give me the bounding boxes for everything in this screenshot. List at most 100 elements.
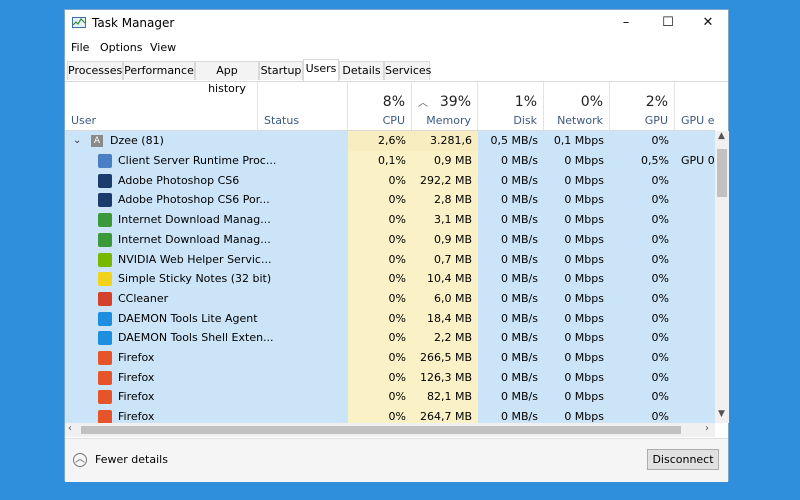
nvidia-icon — [98, 252, 112, 267]
col-memory[interactable]: ︿ 39% Memory — [412, 82, 478, 130]
process-gpu: 0,5% — [641, 154, 669, 167]
process-row[interactable]: Adobe Photoshop CS6 Por... 0% 2,8 MB 0 MB/s… — [65, 190, 715, 211]
process-row[interactable]: Internet Download Manag... 0% 3,1 MB 0 MB/s… — [65, 210, 715, 231]
col-gpu-engine[interactable]: GPU engin — [675, 82, 715, 130]
process-cpu: 0% — [388, 252, 406, 266]
process-disk: 0 MB/s — [501, 173, 538, 187]
close-button[interactable]: ✕ — [686, 10, 730, 37]
col-cpu[interactable]: 8% CPU — [348, 82, 412, 130]
fewer-details-link[interactable]: Fewer details — [95, 453, 168, 466]
scroll-up-icon[interactable]: ▲ — [718, 131, 725, 141]
col-status[interactable]: Status — [258, 82, 348, 130]
horizontal-scroll-thumb[interactable] — [81, 426, 681, 434]
horizontal-scrollbar[interactable]: ‹ › — [65, 423, 715, 437]
menu-options[interactable]: Options — [100, 41, 142, 54]
maximize-button[interactable]: ☐ — [646, 10, 690, 37]
task-manager-window: Task Manager – ☐ ✕ File Options View Pro… — [64, 9, 729, 482]
gpu-total: 2% — [645, 94, 668, 110]
process-gpu: 0% — [651, 272, 669, 286]
process-name: Firefox — [118, 410, 155, 423]
process-row[interactable]: NVIDIA Web Helper Servic... 0% 0,7 MB 0 MB/… — [65, 249, 715, 270]
tab-users[interactable]: Users — [303, 59, 339, 81]
process-memory: 6,0 MB — [433, 291, 472, 305]
scroll-down-icon[interactable]: ▼ — [718, 409, 725, 419]
process-row[interactable]: Firefox 0% 266,5 MB 0 MB/s 0 Mbps 0% — [65, 348, 715, 368]
tab-services[interactable]: Services — [384, 61, 431, 80]
user-avatar-icon: A — [91, 135, 103, 147]
photoshop-icon — [98, 173, 112, 188]
process-row[interactable]: Firefox 0% 264,7 MB 0 MB/s 0 Mbps 0% — [65, 407, 715, 423]
process-name: Internet Download Manag... — [118, 213, 271, 227]
col-status-label: Status — [264, 114, 300, 127]
firefox-icon — [98, 390, 112, 405]
process-row[interactable]: DAEMON Tools Shell Exten... 0% 2,2 MB 0 MB/… — [65, 328, 715, 349]
process-row[interactable]: Client Server Runtime Proc... 0,1% 0,9 MB 0… — [65, 151, 715, 171]
col-disk-label: Disk — [513, 114, 537, 127]
tab-app-history[interactable]: App history — [195, 61, 259, 95]
process-row[interactable]: DAEMON Tools Lite Agent 0% 18,4 MB 0 MB/s 0 … — [65, 308, 715, 329]
network-total: 0% — [580, 94, 603, 110]
process-row[interactable]: Adobe Photoshop CS6 0% 292,2 MB 0 MB/s 0 Mbp… — [65, 170, 715, 191]
scroll-right-icon[interactable]: › — [705, 423, 709, 434]
minimize-button[interactable]: – — [604, 10, 648, 37]
ccleaner-icon — [98, 291, 112, 306]
process-name: CCleaner — [118, 291, 169, 305]
process-memory: 18,4 MB — [426, 311, 472, 325]
process-network: 0 Mbps — [564, 390, 604, 404]
process-row[interactable]: Firefox 0% 126,3 MB 0 MB/s 0 Mbps 0% — [65, 367, 715, 388]
process-row[interactable]: Simple Sticky Notes (32 bit) 0% 10,4 MB 0 M… — [65, 269, 715, 290]
process-network: 0 Mbps — [564, 331, 604, 345]
vertical-scroll-thumb[interactable] — [717, 149, 727, 197]
tab-strip: Processes Performance App history Startu… — [65, 59, 728, 95]
process-memory: 0,9 MB — [433, 232, 472, 246]
title-bar[interactable]: Task Manager – ☐ ✕ — [65, 10, 728, 37]
menu-view[interactable]: View — [150, 41, 176, 54]
col-user-label: User — [71, 114, 97, 127]
process-network: 0 Mbps — [564, 272, 604, 286]
tab-performance[interactable]: Performance — [123, 61, 195, 80]
chevron-up-icon[interactable]: ︿ — [73, 453, 87, 467]
process-gpu: 0% — [651, 213, 669, 227]
process-cpu: 0% — [388, 410, 406, 423]
process-gpu: 0% — [651, 252, 669, 266]
col-gpu-label: GPU — [644, 114, 668, 127]
user-gpu: 0% — [651, 134, 669, 147]
process-disk: 0 MB/s — [501, 311, 538, 325]
process-name: Firefox — [118, 390, 155, 404]
user-row[interactable]: ⌄ A Dzee (81) 2,6% 3.281,6 MB 0,5 MB/s 0… — [65, 131, 715, 167]
disconnect-button[interactable]: Disconnect — [647, 449, 719, 470]
process-disk: 0 MB/s — [501, 331, 538, 345]
process-disk: 0 MB/s — [501, 410, 538, 423]
process-row[interactable]: CCleaner 0% 6,0 MB 0 MB/s 0 Mbps 0% — [65, 288, 715, 309]
process-cpu: 0% — [388, 351, 406, 364]
photoshop-icon — [98, 193, 112, 208]
col-user[interactable]: User — [65, 82, 258, 130]
vertical-scrollbar[interactable]: ▲ ▼ — [715, 131, 729, 423]
window-title: Task Manager — [92, 16, 175, 30]
process-name: DAEMON Tools Lite Agent — [118, 311, 258, 325]
process-cpu: 0% — [388, 232, 406, 246]
process-table: ⌄ A Dzee (81) 2,6% 3.281,6 MB 0,5 MB/s 0… — [65, 131, 715, 423]
col-disk[interactable]: 1% Disk — [478, 82, 544, 130]
process-disk: 0 MB/s — [501, 252, 538, 266]
process-cpu: 0% — [388, 370, 406, 384]
process-name: Client Server Runtime Proc... — [118, 154, 277, 167]
menu-file[interactable]: File — [71, 41, 89, 54]
col-gpu[interactable]: 2% GPU — [610, 82, 675, 130]
scroll-left-icon[interactable]: ‹ — [68, 423, 72, 434]
collapse-chevron-icon[interactable]: ⌄ — [73, 131, 81, 151]
process-gpu: 0% — [651, 193, 669, 207]
process-gpu: 0% — [651, 410, 669, 423]
tab-details[interactable]: Details — [339, 61, 384, 80]
process-row[interactable]: Internet Download Manag... 0% 0,9 MB 0 MB/s… — [65, 229, 715, 250]
tab-startup[interactable]: Startup — [259, 61, 303, 80]
process-network: 0 Mbps — [564, 291, 604, 305]
process-network: 0 Mbps — [564, 351, 604, 364]
process-network: 0 Mbps — [564, 370, 604, 384]
disk-total: 1% — [514, 94, 537, 110]
col-network[interactable]: 0% Network — [544, 82, 610, 130]
tab-processes[interactable]: Processes — [67, 61, 123, 80]
process-row[interactable]: Firefox 0% 82,1 MB 0 MB/s 0 Mbps 0% — [65, 387, 715, 408]
process-memory: 126,3 MB — [419, 370, 472, 384]
process-cpu: 0% — [388, 291, 406, 305]
